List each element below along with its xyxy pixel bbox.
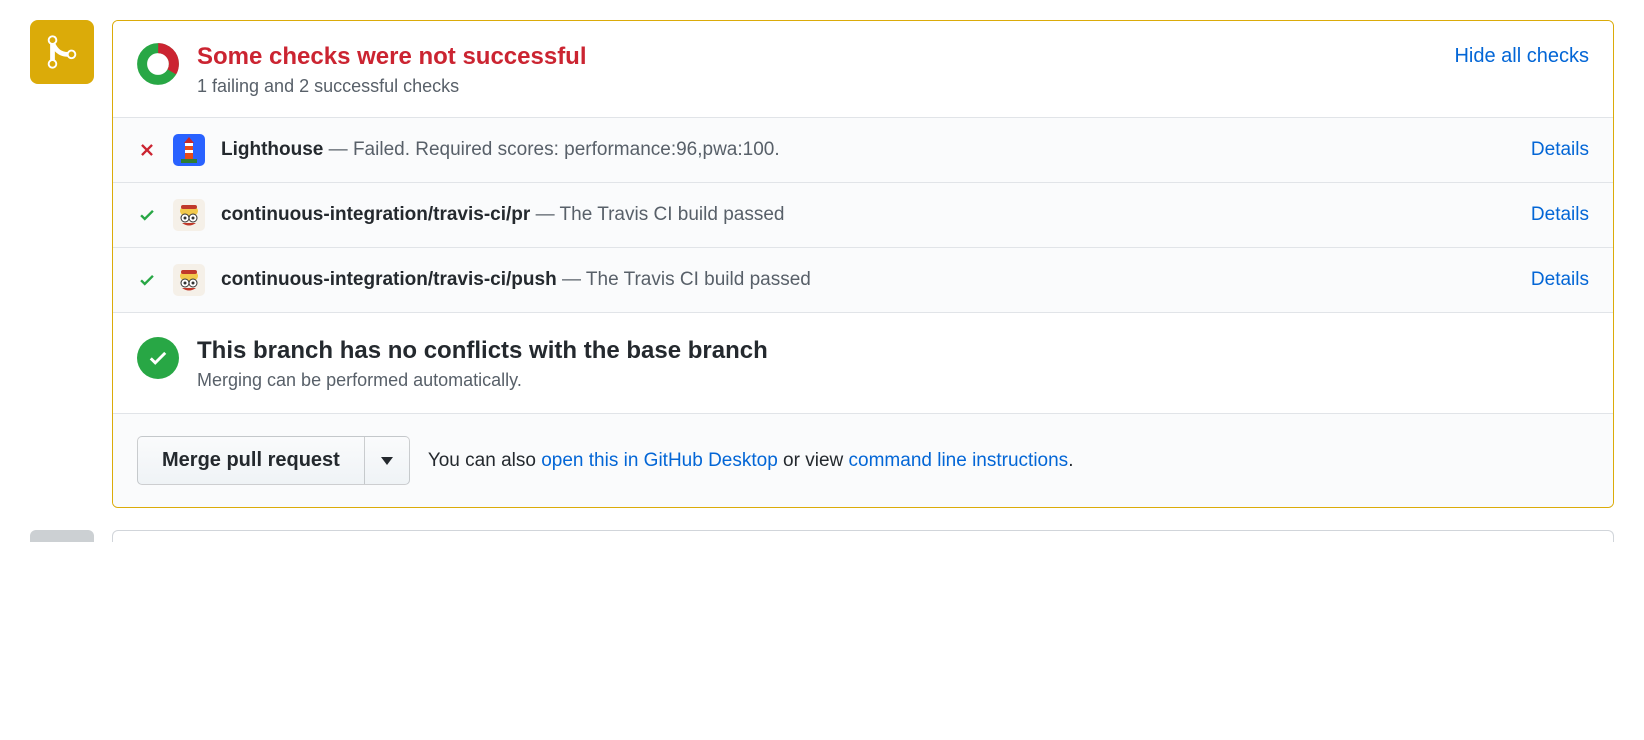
pass-icon [137,206,157,224]
checks-summary-title: Some checks were not successful [197,41,1436,72]
merge-pull-request-button[interactable]: Merge pull request [137,436,365,485]
command-line-instructions-link[interactable]: command line instructions [849,450,1069,471]
travis-avatar [173,199,205,231]
check-details-link[interactable]: Details [1531,204,1589,226]
check-row: continuous-integration/travis-ci/push — … [113,247,1613,312]
checks-donut-icon [137,43,179,85]
check-details-link[interactable]: Details [1531,269,1589,291]
merge-options-dropdown[interactable] [365,436,410,485]
checks-summary-subtitle: 1 failing and 2 successful checks [197,76,1436,97]
check-description: continuous-integration/travis-ci/push — … [221,269,1515,291]
check-message: The Travis CI build passed [586,269,811,290]
check-row: continuous-integration/travis-ci/pr — Th… [113,182,1613,247]
hide-all-checks-link[interactable]: Hide all checks [1454,41,1589,68]
check-name: continuous-integration/travis-ci/pr [221,204,530,225]
merge-status-badge [30,20,94,84]
check-message: Failed. Required scores: performance:96,… [353,139,780,160]
merge-panel: Some checks were not successful 1 failin… [112,20,1614,508]
merge-help-text: You can also open this in GitHub Desktop… [428,450,1074,472]
open-github-desktop-link[interactable]: open this in GitHub Desktop [541,450,778,471]
checks-summary-header: Some checks were not successful 1 failin… [113,21,1613,117]
success-circle-icon [137,337,179,379]
check-description: Lighthouse — Failed. Required scores: pe… [221,139,1515,161]
merge-button-group: Merge pull request [137,436,410,485]
lighthouse-avatar [173,134,205,166]
conflict-title: This branch has no conflicts with the ba… [197,335,1589,366]
caret-down-icon [381,457,393,465]
conflict-subtitle: Merging can be performed automatically. [197,370,1589,391]
travis-avatar [173,264,205,296]
check-name: Lighthouse [221,139,323,160]
merge-action-bar: Merge pull request You can also open thi… [113,413,1613,507]
fail-icon [137,141,157,159]
check-row: Lighthouse — Failed. Required scores: pe… [113,117,1613,182]
pass-icon [137,271,157,289]
next-section-stub [30,530,1614,542]
stub-box [112,530,1614,542]
check-message: The Travis CI build passed [560,204,785,225]
check-description: continuous-integration/travis-ci/pr — Th… [221,204,1515,226]
conflict-status: This branch has no conflicts with the ba… [113,312,1613,413]
check-name: continuous-integration/travis-ci/push [221,269,557,290]
stub-avatar [30,530,94,542]
check-details-link[interactable]: Details [1531,139,1589,161]
git-merge-icon [45,33,79,71]
